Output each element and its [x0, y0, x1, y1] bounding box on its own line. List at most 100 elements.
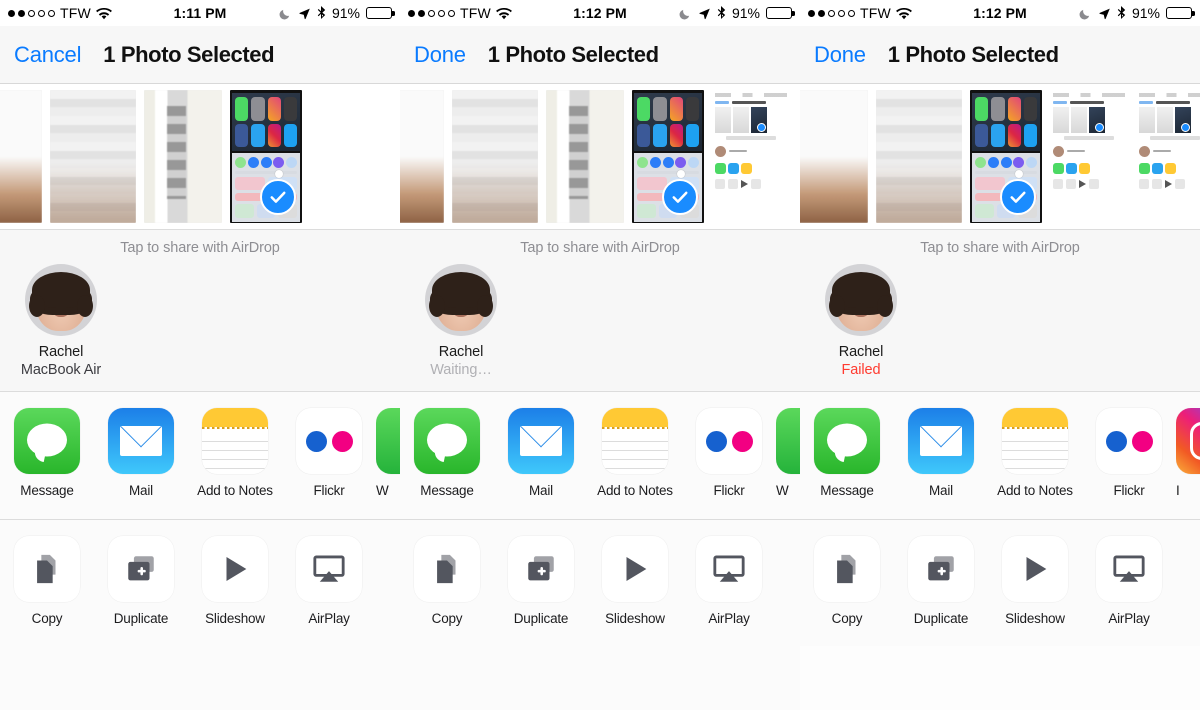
airplay-icon: [1096, 536, 1162, 602]
action-slideshow[interactable]: Slideshow: [588, 536, 682, 626]
share-target-flickr[interactable]: Flickr: [282, 408, 376, 498]
mail-icon: [908, 408, 974, 474]
status-bar-left: TFW: [8, 5, 112, 21]
action-row[interactable]: Copy Duplicate Slideshow AirPlay: [400, 520, 800, 646]
photo-thumbnail[interactable]: [1136, 90, 1200, 223]
battery-percent-label: 91%: [1131, 5, 1160, 21]
share-target-label: W: [776, 483, 789, 498]
instagram-icon: [1176, 408, 1200, 474]
duplicate-icon: [108, 536, 174, 602]
photo-thumbnail[interactable]: [1050, 90, 1128, 223]
moon-icon: [279, 7, 292, 20]
duplicate-icon: [908, 536, 974, 602]
airdrop-contact[interactable]: Rachel MacBook Air: [6, 264, 116, 378]
wifi-icon: [96, 7, 112, 20]
action-duplicate[interactable]: Duplicate: [894, 536, 988, 626]
signal-strength-icon: [808, 9, 855, 17]
photo-thumbnail[interactable]: [876, 90, 962, 223]
carrier-label: TFW: [460, 5, 491, 21]
three-panel-comparison: TFW 1:11 PM 91% Cancel 1 Photo Selected …: [0, 0, 1200, 710]
airdrop-contact[interactable]: Rachel Failed: [806, 264, 916, 378]
carrier-label: TFW: [60, 5, 91, 21]
action-copy[interactable]: Copy: [400, 536, 494, 626]
action-label: Slideshow: [1005, 611, 1065, 626]
bluetooth-icon: [717, 6, 726, 20]
action-airplay[interactable]: AirPlay: [1082, 536, 1176, 626]
action-airplay[interactable]: AirPlay: [282, 536, 376, 626]
share-app-row[interactable]: Message Mail Add to Notes Flickr I: [800, 392, 1200, 520]
photo-thumbnail[interactable]: [144, 90, 222, 223]
location-arrow-icon: [698, 7, 711, 20]
action-slideshow[interactable]: Slideshow: [988, 536, 1082, 626]
share-target-mail[interactable]: Mail: [894, 408, 988, 498]
share-target-label: Flickr: [313, 483, 345, 498]
whatsapp-icon: [376, 408, 400, 474]
done-button[interactable]: Done: [814, 42, 866, 68]
photo-thumbnail[interactable]: [712, 90, 790, 223]
share-target-whatsapp[interactable]: W: [776, 408, 800, 498]
flickr-icon: [696, 408, 762, 474]
photo-thumbnail-strip[interactable]: [400, 84, 800, 230]
action-label: AirPlay: [308, 611, 350, 626]
page-title: 1 Photo Selected: [103, 41, 275, 67]
action-duplicate[interactable]: Duplicate: [494, 536, 588, 626]
location-arrow-icon: [1098, 7, 1111, 20]
page-title: 1 Photo Selected: [887, 41, 1059, 67]
whatsapp-icon: [776, 408, 800, 474]
action-copy[interactable]: Copy: [0, 536, 94, 626]
share-target-notes[interactable]: Add to Notes: [588, 408, 682, 498]
photo-thumbnail[interactable]: [800, 90, 868, 223]
share-target-mail[interactable]: Mail: [494, 408, 588, 498]
action-copy[interactable]: Copy: [800, 536, 894, 626]
status-bar-right: 91%: [679, 5, 795, 21]
share-target-instagram[interactable]: I: [1176, 408, 1200, 498]
photo-thumbnail-selected[interactable]: [632, 90, 704, 223]
share-target-message[interactable]: Message: [800, 408, 894, 498]
photo-thumbnail-selected[interactable]: [970, 90, 1042, 223]
share-target-label: Message: [20, 483, 74, 498]
airdrop-contact[interactable]: Rachel Waiting…: [406, 264, 516, 378]
share-target-message[interactable]: Message: [400, 408, 494, 498]
slideshow-icon: [602, 536, 668, 602]
share-target-whatsapp[interactable]: W: [376, 408, 400, 498]
flickr-icon: [1096, 408, 1162, 474]
copy-icon: [814, 536, 880, 602]
wifi-icon: [496, 7, 512, 20]
message-icon: [414, 408, 480, 474]
photo-thumbnail-strip[interactable]: [0, 84, 400, 230]
panel-failed-state: TFW 1:12 PM 91% Done 1 Photo Selected Ta…: [800, 0, 1200, 710]
share-target-message[interactable]: Message: [0, 408, 94, 498]
airdrop-section: Tap to share with AirDrop Rachel MacBook…: [0, 230, 400, 392]
share-app-row[interactable]: Message Mail Add to Notes Flickr W: [400, 392, 800, 520]
photo-thumbnail[interactable]: [0, 90, 42, 223]
share-target-flickr[interactable]: Flickr: [1082, 408, 1176, 498]
photo-thumbnail[interactable]: [400, 90, 444, 223]
copy-icon: [414, 536, 480, 602]
photo-thumbnail[interactable]: [452, 90, 538, 223]
share-target-mail[interactable]: Mail: [94, 408, 188, 498]
share-target-notes[interactable]: Add to Notes: [188, 408, 282, 498]
photo-thumbnail-strip[interactable]: [800, 84, 1200, 230]
action-label: Copy: [431, 611, 463, 626]
share-app-row[interactable]: Message Mail Add to Notes Flickr W: [0, 392, 400, 520]
cancel-button[interactable]: Cancel: [14, 42, 81, 68]
slideshow-icon: [1002, 536, 1068, 602]
photo-thumbnail[interactable]: [546, 90, 624, 223]
share-target-label: Mail: [929, 483, 953, 498]
action-slideshow[interactable]: Slideshow: [188, 536, 282, 626]
action-label: Duplicate: [113, 611, 169, 626]
action-duplicate[interactable]: Duplicate: [94, 536, 188, 626]
action-label: AirPlay: [708, 611, 750, 626]
action-row[interactable]: Copy Duplicate Slideshow AirPlay: [800, 520, 1200, 646]
battery-icon: [366, 7, 395, 19]
bluetooth-icon: [1117, 6, 1126, 20]
action-row[interactable]: Copy Duplicate Slideshow AirPlay: [0, 520, 400, 646]
photo-thumbnail[interactable]: [50, 90, 136, 223]
panel-waiting-state: TFW 1:12 PM 91% Done 1 Photo Selected Ta…: [400, 0, 800, 710]
carrier-label: TFW: [860, 5, 891, 21]
share-target-flickr[interactable]: Flickr: [682, 408, 776, 498]
done-button[interactable]: Done: [414, 42, 466, 68]
share-target-notes[interactable]: Add to Notes: [988, 408, 1082, 498]
action-airplay[interactable]: AirPlay: [682, 536, 776, 626]
photo-thumbnail-selected[interactable]: [230, 90, 302, 223]
